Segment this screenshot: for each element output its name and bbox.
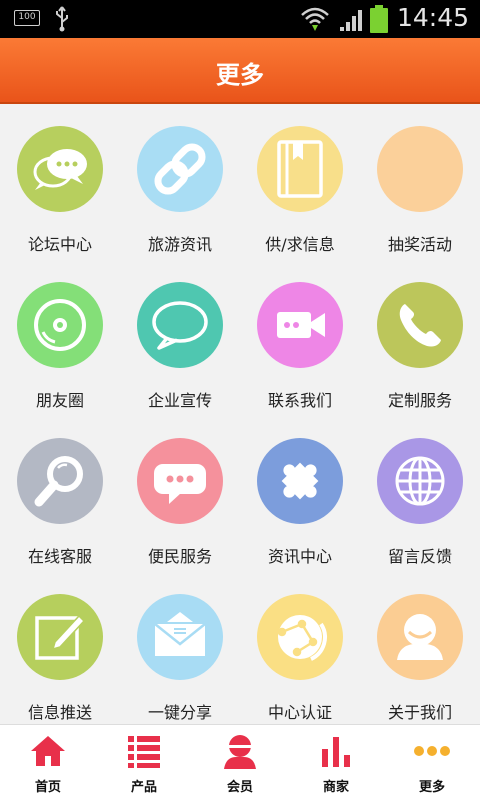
book-icon (277, 140, 323, 198)
grid-item-label: 信息推送 (27, 703, 92, 722)
usb-icon (56, 6, 68, 32)
grid-item-icon-circle (377, 126, 463, 212)
grid-item-icon-circle (137, 126, 223, 212)
wifi-icon (301, 7, 329, 31)
header-bar: 更多 (0, 38, 480, 104)
grid-item-moments[interactable]: 朋友圈 (0, 260, 120, 416)
grid-item-label: 留言反馈 (387, 547, 452, 566)
list-icon (128, 736, 160, 768)
grid-item-label: 联系我们 (267, 391, 332, 410)
tab-home[interactable]: 首页 (0, 725, 96, 800)
grid-item-label: 论坛中心 (27, 235, 92, 254)
grid-item-label: 中心认证 (267, 703, 332, 722)
grid-item-label: 抽奖活动 (387, 235, 452, 254)
grid-item-icon-circle (257, 126, 343, 212)
grid-item-icon-circle (17, 438, 103, 524)
grid-item-travel[interactable]: 旅游资讯 (120, 104, 240, 260)
grid-item-news-center[interactable]: 资讯中心 (240, 416, 360, 572)
grid-item-icon-circle (257, 282, 343, 368)
grid-item-corporate[interactable]: 企业宣传 (120, 260, 240, 416)
tab-more[interactable]: 更多 (384, 725, 480, 800)
grid-item-supply-demand[interactable]: 供/求信息 (240, 104, 360, 260)
grid-item-contact[interactable]: 联系我们 (240, 260, 360, 416)
envelope-icon (154, 612, 206, 656)
grid-item-icon-circle (377, 594, 463, 680)
grid-item-icon-circle (377, 282, 463, 368)
globe-icon (395, 456, 445, 506)
grid-item-icon-circle (137, 438, 223, 524)
more-dots-icon (414, 746, 450, 756)
tab-label: 首页 (34, 780, 61, 795)
grid-item-forum[interactable]: 论坛中心 (0, 104, 120, 260)
certificate-globe-icon (277, 615, 327, 661)
status-bar: 100 14:45 (0, 0, 480, 38)
grid-item-icon-circle (17, 594, 103, 680)
grid-item-lottery[interactable]: 抽奖活动 (360, 104, 480, 260)
tab-member[interactable]: 会员 (192, 725, 288, 800)
grid-item-label: 企业宣传 (147, 391, 212, 410)
grid-item-label: 供/求信息 (265, 235, 335, 254)
tab-label: 更多 (418, 780, 445, 795)
phone-icon (399, 304, 441, 347)
tab-label: 商家 (322, 780, 349, 795)
bottom-tab-bar: 首页 产品 会员 商家 更多 (0, 724, 480, 800)
grid-item-icon-circle (137, 282, 223, 368)
member-icon (224, 735, 256, 769)
grid-item-feedback[interactable]: 留言反馈 (360, 416, 480, 572)
grid-item-label: 便民服务 (147, 547, 212, 566)
edit-note-icon (35, 614, 86, 660)
disc-icon (34, 299, 86, 351)
grid-item-icon-circle (377, 438, 463, 524)
grid-item-push[interactable]: 信息推送 (0, 572, 120, 728)
page-title: 更多 (216, 61, 264, 89)
grid-item-about[interactable]: 关于我们 (360, 572, 480, 728)
grid-item-online-support[interactable]: 在线客服 (0, 416, 120, 572)
grid-item-custom-service[interactable]: 定制服务 (360, 260, 480, 416)
grid-item-icon-circle (17, 126, 103, 212)
speech-bubble-icon (152, 301, 208, 350)
puzzle-icon (281, 462, 319, 500)
tab-label: 会员 (226, 780, 253, 795)
message-dots-icon (154, 464, 206, 504)
grid-item-label: 朋友圈 (35, 391, 84, 410)
battery-icon (370, 5, 388, 33)
user-icon (397, 614, 443, 660)
tab-products[interactable]: 产品 (96, 725, 192, 800)
magnifier-icon (34, 456, 83, 507)
clock: 14:45 (397, 3, 470, 32)
link-chain-icon (154, 143, 206, 195)
grid-item-label: 资讯中心 (267, 547, 332, 566)
tab-label: 产品 (130, 780, 157, 795)
grid-item-certification[interactable]: 中心认证 (240, 572, 360, 728)
grid-item-share[interactable]: 一键分享 (120, 572, 240, 728)
grid-item-label: 关于我们 (387, 703, 452, 722)
grid-item-label: 一键分享 (147, 703, 212, 722)
grid-item-label: 在线客服 (27, 547, 92, 566)
video-camera-icon (277, 312, 325, 338)
grid-item-icon-circle (257, 594, 343, 680)
tab-merchants[interactable]: 商家 (288, 725, 384, 800)
grid-item-label: 旅游资讯 (147, 235, 212, 254)
battery-saver-icon: 100 (14, 10, 40, 26)
grid-item-label: 定制服务 (387, 391, 452, 410)
grid-item-icon-circle (17, 282, 103, 368)
grid-item-convenience[interactable]: 便民服务 (120, 416, 240, 572)
chat-bubbles-icon (33, 149, 87, 190)
grid-item-icon-circle (137, 594, 223, 680)
grid-item-icon-circle (257, 438, 343, 524)
home-icon (31, 736, 65, 766)
signal-icon (340, 10, 362, 31)
bar-chart-icon (322, 737, 350, 767)
feature-grid: 论坛中心 旅游资讯 供/求信息 抽奖活动 朋友圈 企业宣传 联系我们 定制服务 … (0, 104, 480, 724)
